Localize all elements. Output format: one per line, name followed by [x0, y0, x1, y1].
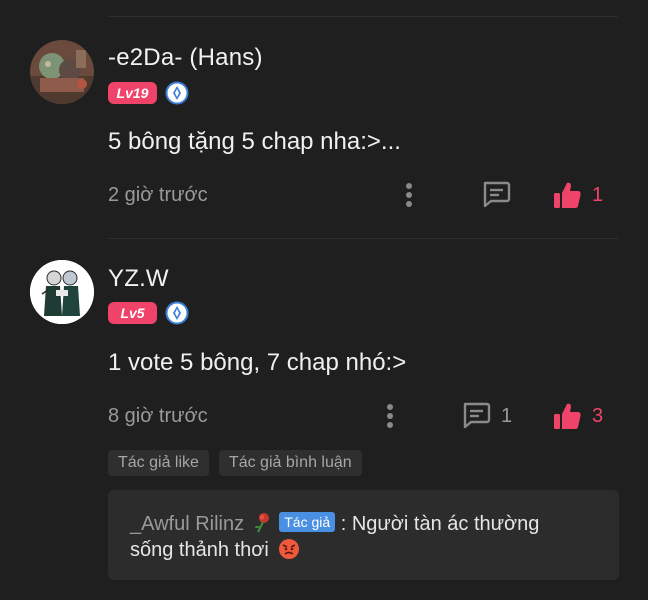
username[interactable]: -e2Da- (Hans): [108, 44, 263, 72]
more-icon[interactable]: [386, 403, 394, 429]
top-divider: [108, 16, 618, 17]
reply-icon[interactable]: [460, 401, 492, 429]
level-badge: Lv19: [108, 82, 157, 104]
comment-text: 1 vote 5 bông, 7 chap nhó:>: [108, 349, 407, 376]
badges: Lv19: [108, 81, 189, 105]
rose-icon: [254, 513, 269, 533]
avatar[interactable]: [30, 260, 94, 324]
ring-badge-icon: [165, 81, 189, 105]
comment-divider: [108, 238, 618, 239]
ring-badge-icon: [165, 301, 189, 325]
reply-count: 1: [501, 405, 513, 427]
badges: Lv5: [108, 301, 189, 325]
like-count: 3: [592, 405, 604, 427]
reply-icon[interactable]: [480, 180, 512, 208]
reply-line-2: sống thảnh thơi: [130, 538, 300, 562]
reply-text-line-2: sống thảnh thơi: [130, 539, 269, 561]
thumbs-up-icon[interactable]: [552, 180, 582, 210]
level-badge: Lv5: [108, 302, 157, 324]
author-replied-chip: Tác giả bình luận: [218, 450, 362, 476]
author-liked-chip: Tác giả like: [108, 450, 209, 476]
username[interactable]: YZ.W: [108, 265, 169, 293]
avatar[interactable]: [30, 40, 94, 104]
comment-time: 8 giờ trước: [108, 405, 208, 427]
thumbs-up-icon[interactable]: [552, 401, 582, 431]
comment-text: 5 bông tặng 5 chap nha:>...: [108, 128, 401, 155]
like-count: 1: [592, 184, 604, 206]
comment-time: 2 giờ trước: [108, 184, 208, 206]
reply-line-1: _Awful Rilinz Tác giả : Người tàn ác thư…: [130, 512, 539, 536]
more-icon[interactable]: [405, 182, 413, 208]
author-chips: Tác giả like Tác giả bình luận: [108, 450, 362, 476]
reply-author[interactable]: _Awful Rilinz: [130, 513, 244, 535]
reply-preview[interactable]: _Awful Rilinz Tác giả : Người tàn ác thư…: [108, 490, 619, 580]
reply-text-line-1: : Người tàn ác thường: [340, 513, 540, 535]
angry-emoji-icon: [279, 539, 300, 559]
author-tag: Tác giả: [279, 512, 336, 532]
